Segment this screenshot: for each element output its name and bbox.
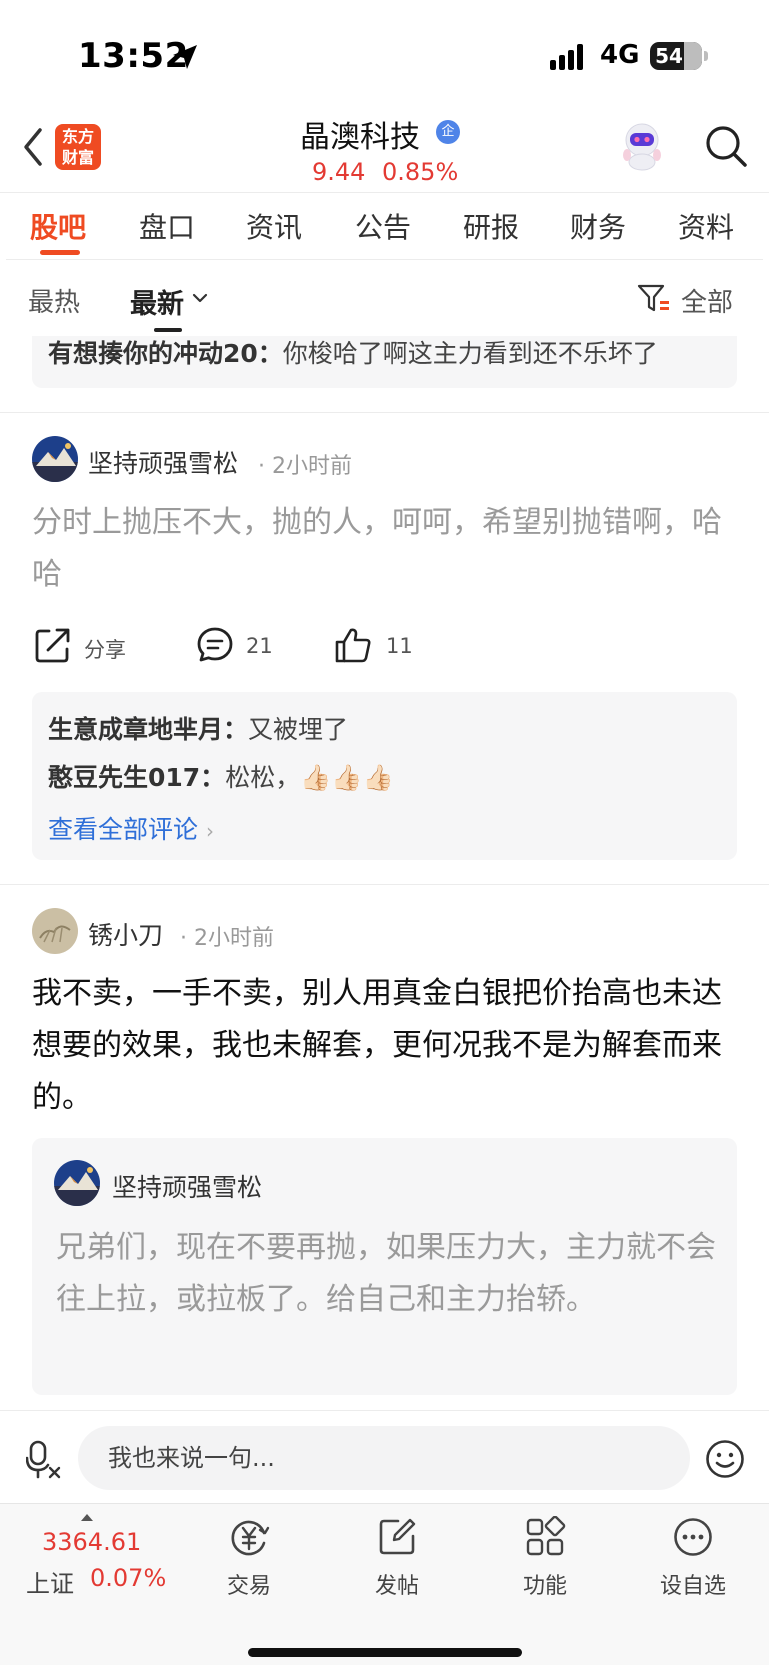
chevron-right-icon: ›: [206, 819, 215, 843]
reply-line: 憨豆先生017：松松，👍🏻👍🏻👍🏻: [48, 758, 394, 794]
nav-label: 发帖: [374, 1574, 419, 1599]
post-time: · 2小时前: [180, 926, 274, 951]
post-time: · 2小时前: [258, 454, 352, 479]
share-icon: [35, 628, 70, 663]
tab-guba[interactable]: 股吧: [30, 206, 86, 246]
avatar[interactable]: [32, 436, 78, 482]
filter-all[interactable]: 全部: [681, 282, 733, 319]
reply-text: 松松，👍🏻👍🏻👍🏻: [225, 763, 394, 792]
input-bar-divider: [0, 1410, 769, 1411]
back-arrow-icon[interactable]: [18, 124, 48, 170]
tab-announcements[interactable]: 公告: [355, 206, 411, 246]
nav-trade[interactable]: 交易: [189, 1516, 309, 1606]
comment-count: 21: [246, 634, 273, 658]
grid-icon: [526, 1516, 566, 1556]
signal-icon: [550, 44, 583, 70]
avatar-image: [54, 1160, 100, 1206]
filter-icon[interactable]: [637, 282, 671, 314]
tab-research[interactable]: 研报: [463, 206, 519, 246]
index-value[interactable]: 3364.61: [42, 1528, 141, 1556]
location-arrow-icon: [173, 45, 197, 69]
nav-label: 功能: [522, 1574, 567, 1599]
stock-change-pct: 0.85%: [382, 158, 459, 186]
post-username[interactable]: 锈小刀: [88, 916, 163, 952]
stock-name[interactable]: 晶澳科技: [300, 112, 420, 156]
sort-latest[interactable]: 最新: [130, 282, 184, 321]
trade-icon: [231, 1520, 270, 1556]
like-count: 11: [386, 634, 413, 658]
assistant-robot-icon[interactable]: [618, 122, 666, 172]
voice-input-icon[interactable]: [26, 1440, 62, 1480]
bottom-nav: 3364.61 上证 0.07% 交易 发帖 功能 设自选: [0, 1503, 769, 1665]
index-name[interactable]: 上证: [26, 1564, 74, 1599]
like-button[interactable]: 11: [334, 626, 414, 666]
reply-line: 生意成章地芈月：又被埋了: [48, 710, 348, 746]
header-divider: [0, 192, 769, 193]
enterprise-badge: 企: [436, 120, 460, 144]
chevron-down-icon[interactable]: [192, 292, 208, 304]
index-change-pct[interactable]: 0.07%: [90, 1564, 166, 1592]
reply-user[interactable]: 憨豆先生017：: [48, 763, 225, 792]
comment-input[interactable]: [78, 1426, 690, 1490]
more-icon: [674, 1518, 712, 1556]
emoji-icon[interactable]: [705, 1439, 745, 1479]
app-logo[interactable]: 东方 财富: [55, 124, 101, 170]
nav-label: 设自选: [659, 1574, 726, 1599]
reply-line: 有想揍你的冲动20：你梭哈了啊这主力看到还不乐坏了: [48, 336, 658, 372]
home-indicator[interactable]: [248, 1648, 522, 1657]
avatar[interactable]: [32, 908, 78, 954]
sort-active-indicator: [154, 328, 182, 332]
search-icon[interactable]: [704, 124, 748, 168]
quote-body: 兄弟们，现在不要再抛，如果压力大，主力就不会往上拉，或拉板了。给自己和主力抬轿。: [56, 1230, 716, 1317]
battery-icon: 54: [650, 42, 702, 70]
battery-level: 54: [655, 44, 683, 68]
stock-price: 9.44: [312, 158, 366, 186]
post-divider: [0, 412, 769, 413]
tab-financials[interactable]: 财务: [570, 206, 626, 246]
nav-label: 交易: [226, 1574, 271, 1599]
reply-user[interactable]: 生意成章地芈月：: [48, 715, 248, 744]
avatar-image: [32, 908, 78, 954]
nav-post[interactable]: 发帖: [337, 1516, 457, 1606]
caret-up-icon[interactable]: [80, 1512, 94, 1522]
see-all-comments-link[interactable]: 查看全部评论 ›: [48, 810, 214, 846]
tab-pankou[interactable]: 盘口: [139, 206, 195, 246]
quote-username[interactable]: 坚持顽强雪松: [112, 1168, 262, 1204]
avatar-image: [32, 436, 78, 482]
tab-profile[interactable]: 资料: [678, 206, 734, 246]
post-body[interactable]: 分时上抛压不大，抛的人，呵呵，希望别抛错啊，哈哈: [32, 497, 732, 601]
nav-watchlist[interactable]: 设自选: [633, 1516, 753, 1606]
reply-user[interactable]: 有想揍你的冲动20：: [48, 339, 283, 368]
nav-features[interactable]: 功能: [485, 1516, 605, 1606]
post-divider: [0, 884, 769, 885]
reply-box[interactable]: 生意成章地芈月：又被埋了 憨豆先生017：松松，👍🏻👍🏻👍🏻 查看全部评论 ›: [32, 692, 737, 860]
post-username[interactable]: 坚持顽强雪松: [88, 444, 238, 480]
comment-icon: [197, 627, 233, 662]
network-type: 4G: [600, 40, 640, 70]
avatar[interactable]: [54, 1160, 100, 1206]
sort-hot[interactable]: 最热: [28, 282, 80, 319]
active-tab-indicator: [40, 250, 80, 255]
status-bar: 13:52 4G 54: [0, 0, 769, 110]
thumbs-up-icon: [335, 628, 371, 663]
reply-text: 你梭哈了啊这主力看到还不乐坏了: [282, 339, 658, 368]
battery-tip: [704, 51, 708, 61]
share-button[interactable]: 分享: [34, 626, 144, 666]
reply-text: 又被埋了: [248, 715, 349, 744]
see-all-label: 查看全部评论: [48, 815, 199, 844]
compose-icon: [379, 1518, 416, 1555]
quoted-post[interactable]: 坚持顽强雪松 兄弟们，现在不要再抛，如果压力大，主力就不会往上拉，或拉板了。给自…: [32, 1138, 737, 1395]
tab-news[interactable]: 资讯: [246, 206, 302, 246]
share-label: 分享: [84, 638, 126, 662]
tabs-divider: [6, 259, 763, 260]
reply-box[interactable]: 有想揍你的冲动20：你梭哈了啊这主力看到还不乐坏了: [32, 336, 737, 388]
comment-button[interactable]: 21: [196, 626, 286, 666]
post-body[interactable]: 我不卖，一手不卖，别人用真金白银把价抬高也未达想要的效果，我也未解套，更何况我不…: [32, 968, 732, 1124]
